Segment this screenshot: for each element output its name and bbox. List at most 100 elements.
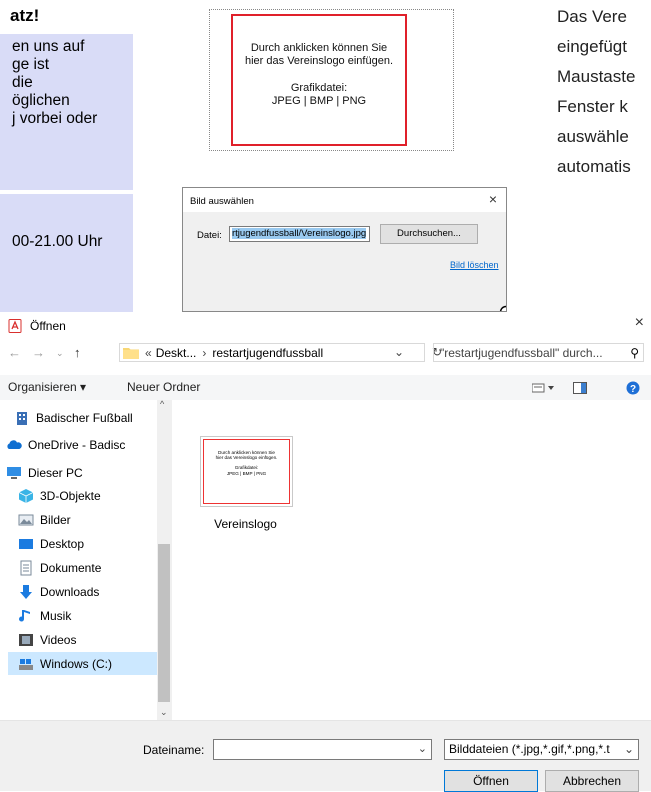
- nav-item-label: Dokumente: [40, 560, 102, 575]
- computer-icon: [7, 466, 21, 479]
- paragraph-line: Fenster k: [557, 97, 628, 116]
- address-row: ← → ⌄ ↑ « Deskt... › restartjugendfussba…: [0, 341, 651, 365]
- logo-format-label: Grafikdatei:: [290, 82, 348, 94]
- nav-item-videos[interactable]: Videos: [18, 628, 178, 651]
- image-select-dialog: Bild auswählen × Datei: rtjugendfussball…: [182, 187, 507, 312]
- nav-item-label: 3D-Objekte: [40, 488, 101, 503]
- dialog-title: Öffnen: [30, 319, 66, 333]
- close-icon[interactable]: ×: [489, 191, 497, 207]
- dialog-footer: Dateiname: ⌄ Bilddateien (*.jpg,*.gif,*.…: [0, 720, 651, 792]
- chevron-down-icon[interactable]: ⌄: [418, 742, 427, 755]
- thumb-text: hier das Vereinslogo einfügen.: [215, 455, 278, 461]
- dialog-title: Bild auswählen: [190, 196, 254, 207]
- back-icon[interactable]: ←: [8, 345, 21, 360]
- nav-item-3d-objects[interactable]: 3D-Objekte: [18, 484, 178, 507]
- nav-scrollbar[interactable]: ^ ⌄: [157, 399, 171, 720]
- nav-item-this-pc[interactable]: Dieser PC: [6, 461, 166, 484]
- search-input[interactable]: "restartjugendfussball" durch...: [433, 343, 644, 362]
- browse-button[interactable]: Durchsuchen...: [380, 224, 478, 244]
- open-button[interactable]: Öffnen: [444, 770, 538, 792]
- logo-placeholder[interactable]: Durch anklicken können Sie hier das Vere…: [231, 14, 407, 146]
- nav-item-onedrive[interactable]: OneDrive - Badisc: [6, 433, 166, 456]
- info-line: en uns auf: [12, 38, 85, 55]
- chevron-down-icon: ⌄: [623, 742, 634, 756]
- nav-item-desktop[interactable]: Desktop: [18, 532, 178, 555]
- open-file-dialog: Öffnen × ← → ⌄ ↑ « Deskt... › restartjug…: [0, 312, 651, 792]
- music-icon: [19, 609, 30, 622]
- document-icon: [20, 560, 32, 575]
- preview-pane-icon[interactable]: [573, 382, 587, 394]
- desktop-icon: [19, 538, 33, 549]
- download-icon: [20, 584, 32, 599]
- nav-item-music[interactable]: Musik: [18, 604, 178, 627]
- organize-button[interactable]: Organisieren ▾: [8, 380, 86, 394]
- forward-icon[interactable]: →: [32, 345, 45, 360]
- search-icon[interactable]: ⚲: [630, 346, 639, 360]
- nav-item-label: Bilder: [40, 512, 71, 527]
- paragraph-line: auswähle: [557, 127, 629, 146]
- scroll-down-icon[interactable]: ⌄: [160, 707, 168, 718]
- breadcrumb-separator: ›: [202, 345, 207, 360]
- new-folder-button[interactable]: Neuer Ordner: [127, 380, 200, 394]
- building-icon: [17, 411, 27, 425]
- info-line: die: [12, 74, 33, 91]
- info-panel: en uns auf ge ist die öglichen j vorbei …: [0, 34, 133, 190]
- drive-icon: [19, 658, 33, 670]
- paragraph-line: automatis: [557, 157, 631, 176]
- dialog-titlebar: Öffnen: [8, 318, 66, 334]
- pdf-app-icon: [8, 319, 22, 333]
- chevron-down-icon[interactable]: ⌄: [394, 345, 404, 359]
- nav-item-documents[interactable]: Dokumente: [18, 556, 178, 579]
- video-icon: [19, 633, 33, 646]
- section-title: atz!: [10, 6, 40, 25]
- cancel-button[interactable]: Abbrechen: [545, 770, 639, 792]
- help-icon[interactable]: ?: [626, 381, 640, 395]
- delete-image-link[interactable]: Bild löschen: [450, 260, 499, 270]
- up-icon[interactable]: ↑: [74, 345, 81, 360]
- view-options-icon[interactable]: [532, 383, 554, 393]
- resize-cursor-icon: [499, 305, 506, 311]
- file-label: Datei:: [197, 230, 222, 241]
- command-bar: Organisieren ▾ Neuer Ordner ?: [0, 375, 651, 401]
- close-icon[interactable]: ×: [635, 314, 644, 332]
- svg-text:?: ?: [630, 384, 636, 395]
- logo-placeholder-area: Durch anklicken können Sie hier das Vere…: [209, 9, 454, 151]
- dialog-body: Datei: rtjugendfussball/Vereinslogo.jpg …: [183, 212, 506, 311]
- info-panel-hours: 00-21.00 Uhr: [0, 194, 133, 312]
- nav-item-label: Windows (C:): [40, 656, 113, 671]
- scrollbar-thumb[interactable]: [158, 544, 170, 702]
- history-dropdown-icon[interactable]: ⌄: [56, 348, 64, 359]
- breadcrumb-desktop[interactable]: Deskt...: [156, 346, 197, 360]
- info-line: öglichen: [12, 92, 70, 109]
- navigation-pane: Badischer Fußball OneDrive - Badisc Dies…: [0, 400, 171, 720]
- file-path-input[interactable]: rtjugendfussball/Vereinslogo.jpg: [229, 226, 370, 242]
- breadcrumb-folder[interactable]: restartjugendfussball: [212, 346, 323, 360]
- paragraph-line: Maustaste: [557, 67, 636, 86]
- address-bar[interactable]: « Deskt... › restartjugendfussball ⌄ ↻: [119, 343, 442, 362]
- filename-input[interactable]: ⌄: [213, 739, 432, 760]
- nav-item-downloads[interactable]: Downloads: [18, 580, 178, 603]
- nav-item-label: Desktop: [40, 536, 85, 551]
- file-type-value: Bilddateien (*.jpg,*.gif,*.png,*.t: [449, 742, 610, 756]
- paragraph-line: Das Vere: [557, 7, 627, 26]
- nav-item-label: OneDrive - Badisc: [28, 437, 126, 452]
- file-name-label[interactable]: Vereinslogo: [188, 517, 303, 531]
- logo-hint-line: Durch anklicken können Sie: [250, 42, 388, 54]
- cloud-icon: [7, 439, 22, 449]
- nav-item-pictures[interactable]: Bilder: [18, 508, 178, 531]
- cube-icon: [18, 488, 34, 503]
- thumbnail-preview: Durch anklicken können Sie hier das Vere…: [203, 439, 290, 504]
- logo-format-list: JPEG | BMP | PNG: [271, 95, 367, 107]
- scroll-up-icon[interactable]: ^: [160, 399, 164, 409]
- breadcrumb-prefix: «: [145, 345, 152, 360]
- file-type-select[interactable]: Bilddateien (*.jpg,*.gif,*.png,*.t ⌄: [444, 739, 639, 760]
- folder-icon: [123, 348, 139, 359]
- file-list-area: Durch anklicken können Sie hier das Vere…: [171, 400, 651, 720]
- file-path-value: rtjugendfussball/Vereinslogo.jpg: [232, 228, 367, 239]
- nav-item-windows-c[interactable]: Windows (C:): [8, 652, 157, 675]
- nav-item-badischer-fussball[interactable]: Badischer Fußball: [14, 406, 174, 429]
- info-line: ge ist: [12, 56, 50, 73]
- file-thumbnail[interactable]: Durch anklicken können Sie hier das Vere…: [200, 436, 293, 507]
- info-line: 00-21.00 Uhr: [12, 233, 103, 250]
- logo-hint-line: hier das Vereinslogo einfügen.: [245, 55, 393, 67]
